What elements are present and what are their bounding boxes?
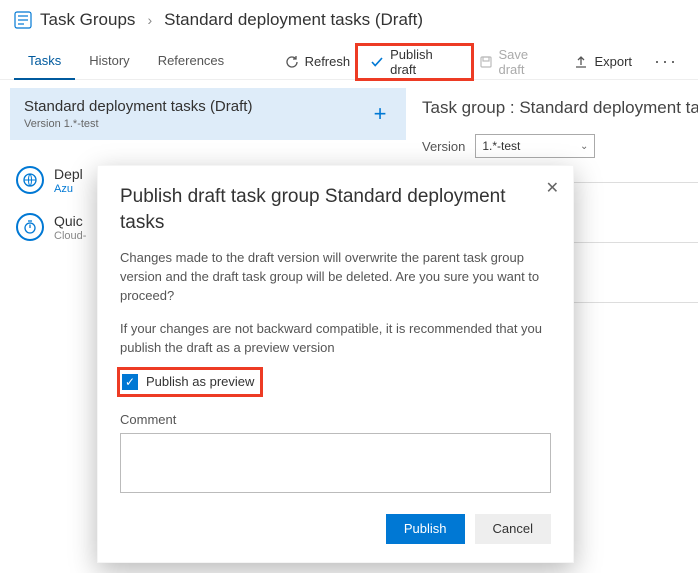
task-subtitle: Cloud-	[54, 230, 86, 242]
modal-body-1: Changes made to the draft version will o…	[120, 249, 551, 306]
task-group-version: Version 1.*-test	[24, 118, 252, 130]
panel-title: Task group : Standard deployment tasl	[422, 98, 698, 118]
chevron-down-icon: ⌄	[580, 141, 588, 152]
tab-history[interactable]: History	[75, 44, 143, 80]
modal-body-2: If your changes are not backward compati…	[120, 320, 551, 358]
tab-references[interactable]: References	[144, 44, 238, 80]
check-icon	[370, 55, 384, 69]
task-title: Quic	[54, 213, 86, 229]
refresh-label: Refresh	[305, 54, 351, 69]
task-title: Depl	[54, 166, 83, 182]
close-icon[interactable]: ✕	[546, 178, 559, 198]
tab-tasks[interactable]: Tasks	[14, 44, 75, 80]
save-draft-label: Save draft	[499, 47, 555, 77]
checkbox-label: Publish as preview	[146, 374, 254, 389]
publish-modal: ✕ Publish draft task group Standard depl…	[97, 165, 574, 563]
chevron-right-icon: ›	[147, 12, 152, 28]
breadcrumb: Task Groups › Standard deployment tasks …	[0, 0, 698, 40]
refresh-icon	[285, 55, 299, 69]
publish-button[interactable]: Publish	[386, 514, 465, 544]
cancel-button[interactable]: Cancel	[475, 514, 551, 544]
globe-icon	[16, 166, 44, 194]
refresh-button[interactable]: Refresh	[275, 48, 361, 76]
version-select[interactable]: 1.*-test ⌄	[475, 134, 595, 158]
export-label: Export	[594, 54, 632, 69]
more-menu[interactable]: ···	[648, 51, 684, 72]
export-icon	[574, 55, 588, 69]
publish-draft-label: Publish draft	[390, 47, 458, 77]
add-task-button[interactable]: +	[368, 101, 392, 127]
modal-title: Publish draft task group Standard deploy…	[120, 184, 551, 235]
stopwatch-icon	[16, 213, 44, 241]
task-group-title: Standard deployment tasks (Draft)	[24, 98, 252, 115]
save-draft-button: Save draft	[469, 48, 565, 76]
breadcrumb-root[interactable]: Task Groups	[40, 10, 135, 30]
comment-label: Comment	[120, 412, 551, 427]
toolbar: Tasks History References Refresh Publish…	[0, 44, 698, 80]
comment-input[interactable]	[120, 433, 551, 493]
export-button[interactable]: Export	[564, 48, 642, 76]
task-subtitle: Azu	[54, 183, 83, 195]
publish-preview-checkbox[interactable]: ✓ Publish as preview	[120, 370, 260, 394]
task-groups-icon	[14, 11, 32, 29]
version-label: Version	[422, 139, 465, 154]
checkbox-icon: ✓	[122, 374, 138, 390]
save-icon	[479, 55, 493, 69]
breadcrumb-current: Standard deployment tasks (Draft)	[164, 10, 423, 30]
version-select-value: 1.*-test	[482, 139, 520, 153]
task-group-header[interactable]: Standard deployment tasks (Draft) Versio…	[10, 88, 406, 140]
publish-draft-button[interactable]: Publish draft	[360, 48, 468, 76]
